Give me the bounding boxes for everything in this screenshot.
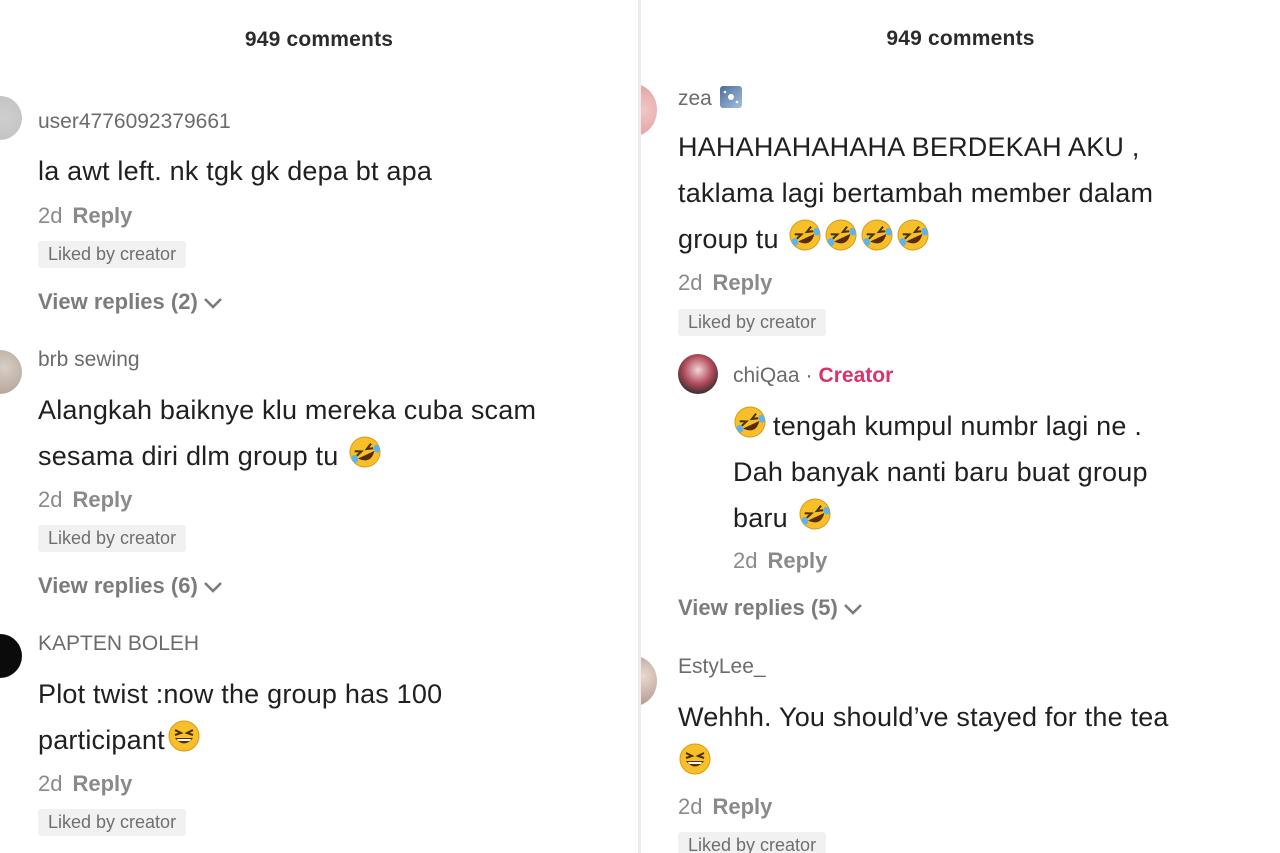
avatar[interactable] (641, 656, 657, 706)
comment-text: Alangkah baiknye klu mereka cuba scam se… (38, 387, 536, 479)
comment-meta: 2d Reply (678, 270, 772, 296)
comment-line: Alangkah baiknye klu mereka cuba scam (38, 395, 537, 425)
comment-meta: 2d Reply (38, 487, 132, 513)
comment-username[interactable]: EstyLee_ (678, 655, 766, 679)
reply-button[interactable]: Reply (72, 487, 132, 512)
view-replies-button[interactable]: View replies (5) (678, 595, 864, 621)
comment-text: Wehhh. You should’ve stayed for the tea (678, 694, 1169, 786)
comment-time: 2d (38, 203, 63, 228)
comment-username[interactable]: user4776092379661 (38, 110, 231, 134)
view-replies-button[interactable]: View replies (2) (38, 289, 224, 315)
username-text: zea (678, 87, 712, 110)
comment-time: 2d (678, 270, 703, 295)
rolling-on-floor-laughing-emoji (897, 219, 929, 251)
view-replies-label: View replies (6) (38, 573, 198, 598)
reply-button[interactable]: Reply (72, 771, 132, 796)
reply-meta: 2d Reply (733, 548, 827, 574)
liked-by-creator-badge: Liked by creator (678, 832, 827, 853)
comment-username[interactable]: brb sewing (38, 348, 140, 372)
chevron-down-icon (203, 298, 222, 310)
username-text: chiQaa (733, 364, 800, 387)
comment-username[interactable]: zea (678, 86, 742, 111)
reply-button[interactable]: Reply (72, 203, 132, 228)
view-replies-button[interactable]: View replies (6) (38, 573, 224, 599)
liked-by-creator-badge: Liked by creator (38, 809, 187, 836)
avatar[interactable] (0, 634, 22, 678)
liked-by-creator-badge: Liked by creator (38, 525, 187, 552)
grinning-squinting-face-emoji (168, 720, 200, 752)
comment-line: sesama diri dlm group tu (38, 441, 339, 471)
comment-line: Plot twist :now the group has 100 (38, 679, 443, 709)
comment-meta: 2d Reply (678, 794, 772, 820)
comment-time: 2d (678, 794, 703, 819)
comment-meta: 2d Reply (38, 203, 132, 229)
liked-by-creator-badge: Liked by creator (38, 241, 187, 268)
reply-button[interactable]: Reply (767, 548, 827, 573)
rolling-on-floor-laughing-emoji (825, 219, 857, 251)
comments-count-header: 949 comments (244, 28, 394, 51)
liked-by-creator-badge: Liked by creator (678, 309, 827, 336)
comment-line: group tu (678, 224, 779, 254)
comment-text: la awt left. nk tgk gk depa bt apa (38, 148, 432, 194)
comment-line: taklama lagi bertambah member dalam (678, 178, 1154, 208)
reply-button[interactable]: Reply (712, 270, 772, 295)
comment-line: baru (733, 503, 788, 533)
separator-dot: · (805, 364, 813, 387)
comment-line: HAHAHAHAHAHA BERDEKAH AKU , (678, 132, 1140, 162)
comment-text: HAHAHAHAHAHA BERDEKAH AKU , taklama lagi… (678, 124, 1153, 262)
avatar[interactable] (0, 350, 22, 394)
left-comments-panel: 949 comments user4776092379661 la awt le… (0, 0, 638, 853)
night-sky-sparkle-icon (719, 86, 742, 108)
reply-username[interactable]: chiQaa · Creator (733, 364, 893, 388)
view-replies-label: View replies (5) (678, 595, 838, 620)
reply-text: tengah kumpul numbr lagi ne . Dah banyak… (733, 403, 1148, 541)
comment-line: Dah banyak nanti baru buat group (733, 457, 1148, 487)
emoji-group (786, 219, 930, 254)
rolling-on-floor-laughing-emoji (861, 219, 893, 251)
view-replies-label: View replies (2) (38, 289, 198, 314)
comment-line: Wehhh. You should’ve stayed for the tea (678, 702, 1169, 732)
right-comments-panel: 949 comments zea HAHAHAHAHAHA BERDEKAH A… (641, 0, 1280, 853)
rolling-on-floor-laughing-emoji (734, 406, 766, 438)
comment-time: 2d (733, 548, 758, 573)
comments-count-header: 949 comments (886, 27, 1035, 50)
avatar[interactable] (641, 84, 657, 136)
comment-username[interactable]: KAPTEN BOLEH (38, 632, 199, 656)
rolling-on-floor-laughing-emoji (789, 219, 821, 251)
comment-text: Plot twist :now the group has 100 partic… (38, 671, 442, 763)
chevron-down-icon (843, 604, 862, 616)
rolling-on-floor-laughing-emoji (349, 436, 381, 468)
creator-tag: Creator (818, 364, 894, 387)
chevron-down-icon (203, 582, 222, 594)
comment-time: 2d (38, 487, 63, 512)
comment-line: la awt left. nk tgk gk depa bt apa (38, 156, 433, 186)
avatar[interactable] (678, 354, 718, 394)
grinning-squinting-face-emoji (679, 743, 711, 775)
reply-button[interactable]: Reply (712, 794, 772, 819)
comment-line: tengah kumpul numbr lagi ne . (773, 411, 1143, 441)
rolling-on-floor-laughing-emoji (799, 498, 831, 530)
avatar[interactable] (0, 96, 22, 140)
comment-line: participant (38, 725, 165, 755)
comment-meta: 2d Reply (38, 771, 132, 797)
comment-time: 2d (38, 771, 63, 796)
